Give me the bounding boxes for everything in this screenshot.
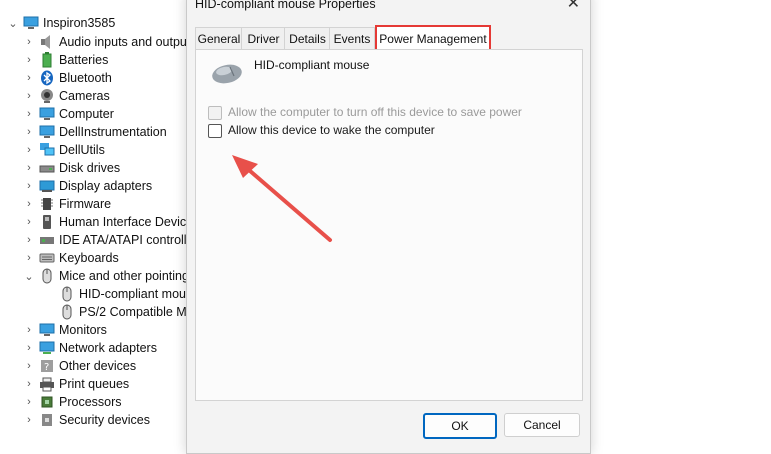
annotation-arrow	[232, 155, 332, 242]
